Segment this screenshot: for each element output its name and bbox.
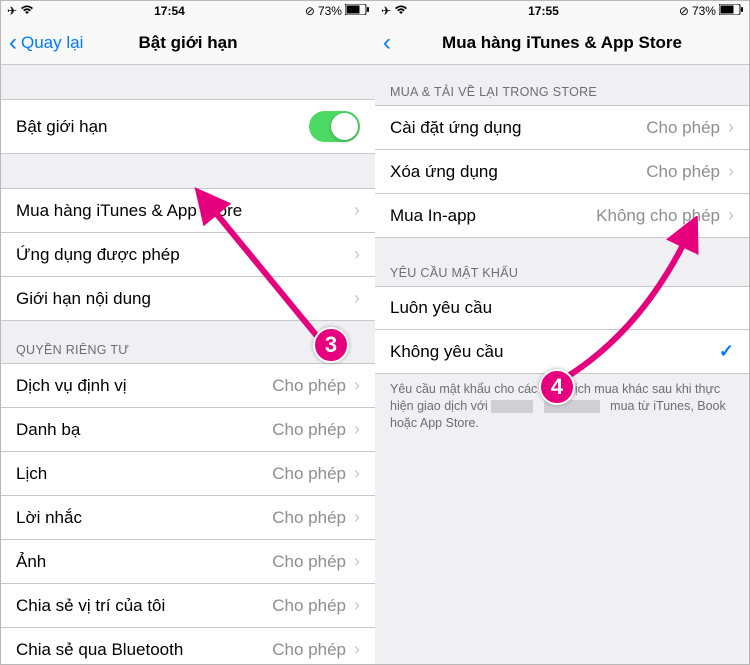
status-bar: ✈ 17:54 ⊘ 73% [1,1,375,21]
status-time: 17:55 [528,4,559,18]
row-photos[interactable]: Ảnh Cho phép › [1,540,375,584]
chevron-right-icon: › [354,595,360,616]
chevron-right-icon: › [728,205,734,226]
toggle-switch-on[interactable] [309,111,360,142]
battery-icon [345,4,369,18]
row-bluetooth-sharing[interactable]: Chia sẻ qua Bluetooth Cho phép › [1,628,375,664]
wifi-icon [20,4,34,18]
row-always-require[interactable]: Luôn yêu cầu [375,286,749,330]
chevron-right-icon: › [354,551,360,572]
row-label: Lời nhắc [16,508,82,528]
row-content-restrictions[interactable]: Giới hạn nội dung › [1,277,375,321]
row-value: Cho phép [272,464,346,484]
row-label: Dịch vụ định vị [16,376,127,396]
row-value: Cho phép [272,640,346,660]
row-label: Mua In-app [390,206,476,226]
row-value: Cho phép [646,118,720,138]
nav-bar: ‹ Mua hàng iTunes & App Store [375,21,749,65]
row-allowed-apps[interactable]: Ứng dụng được phép › [1,233,375,277]
row-value: Không cho phép [596,206,720,226]
row-label: Ảnh [16,552,46,572]
row-label: Không yêu cầu [390,342,503,362]
chevron-right-icon: › [354,200,360,221]
wifi-icon [394,4,408,18]
checkmark-icon: ✓ [719,341,734,362]
row-installing-apps[interactable]: Cài đặt ứng dụng Cho phép › [375,105,749,150]
row-label: Ứng dụng được phép [16,245,180,265]
row-label: Chia sẻ vị trí của tôi [16,596,165,616]
row-label: Xóa ứng dụng [390,162,498,182]
row-value: Cho phép [272,420,346,440]
row-value: Cho phép [646,162,720,182]
row-label: Lịch [16,464,47,484]
chevron-right-icon: › [728,161,734,182]
chevron-left-icon: ‹ [9,29,17,57]
toggle-row-enable-restrictions[interactable]: Bật giới hạn [1,99,375,154]
row-reminders[interactable]: Lời nhắc Cho phép › [1,496,375,540]
chevron-right-icon: › [354,507,360,528]
status-time: 17:54 [154,4,185,18]
row-label: Danh bạ [16,420,80,440]
chevron-right-icon: › [354,639,360,660]
nav-back-button[interactable]: ‹ [375,29,391,57]
row-contacts[interactable]: Danh bạ Cho phép › [1,408,375,452]
row-label: Chia sẻ qua Bluetooth [16,640,183,660]
status-bar: ✈ 17:55 ⊘ 73% [375,1,749,21]
nav-bar: ‹ Quay lại Bật giới hạn [1,21,375,65]
row-value: Cho phép [272,596,346,616]
airplane-icon: ✈ [7,4,17,18]
row-value: Cho phép [272,552,346,572]
row-value: Cho phép [272,376,346,396]
annotation-badge-3: 3 [313,327,349,363]
airplane-icon: ✈ [381,4,391,18]
toggle-label: Bật giới hạn [16,117,107,137]
battery-percent: 73% [318,4,342,18]
row-label: Mua hàng iTunes & App Store [16,201,242,221]
rotation-lock-icon: ⊘ [679,4,689,18]
chevron-left-icon: ‹ [383,29,391,57]
section-header-store: MUA & TẢI VỀ LẠI TRONG STORE [375,65,749,105]
chevron-right-icon: › [354,419,360,440]
row-itunes-app-store[interactable]: Mua hàng iTunes & App Store › [1,188,375,233]
annotation-badge-4: 4 [539,369,575,405]
right-screenshot: ✈ 17:55 ⊘ 73% ‹ Mua hàng iTunes & App St… [375,1,749,664]
row-share-my-location[interactable]: Chia sẻ vị trí của tôi Cho phép › [1,584,375,628]
row-calendars[interactable]: Lịch Cho phép › [1,452,375,496]
row-value: Cho phép [272,508,346,528]
row-label: Cài đặt ứng dụng [390,118,521,138]
battery-icon [719,4,743,18]
chevron-right-icon: › [354,375,360,396]
row-label: Giới hạn nội dung [16,289,151,309]
row-location-services[interactable]: Dịch vụ định vị Cho phép › [1,363,375,408]
chevron-right-icon: › [354,244,360,265]
nav-title: Mua hàng iTunes & App Store [375,33,749,53]
left-screenshot: ✈ 17:54 ⊘ 73% ‹ Quay lại Bật giới hạn Bậ… [1,1,375,664]
chevron-right-icon: › [354,288,360,309]
row-dont-require[interactable]: Không yêu cầu ✓ [375,330,749,374]
nav-back-label: Quay lại [21,33,83,53]
row-label: Luôn yêu cầu [390,298,492,318]
section-header-password: YÊU CẦU MẬT KHẨU [375,238,749,286]
redacted-text [491,400,533,413]
rotation-lock-icon: ⊘ [305,4,315,18]
chevron-right-icon: › [354,463,360,484]
chevron-right-icon: › [728,117,734,138]
battery-percent: 73% [692,4,716,18]
row-deleting-apps[interactable]: Xóa ứng dụng Cho phép › [375,150,749,194]
row-in-app-purchases[interactable]: Mua In-app Không cho phép › [375,194,749,238]
nav-back-button[interactable]: ‹ Quay lại [1,29,83,57]
